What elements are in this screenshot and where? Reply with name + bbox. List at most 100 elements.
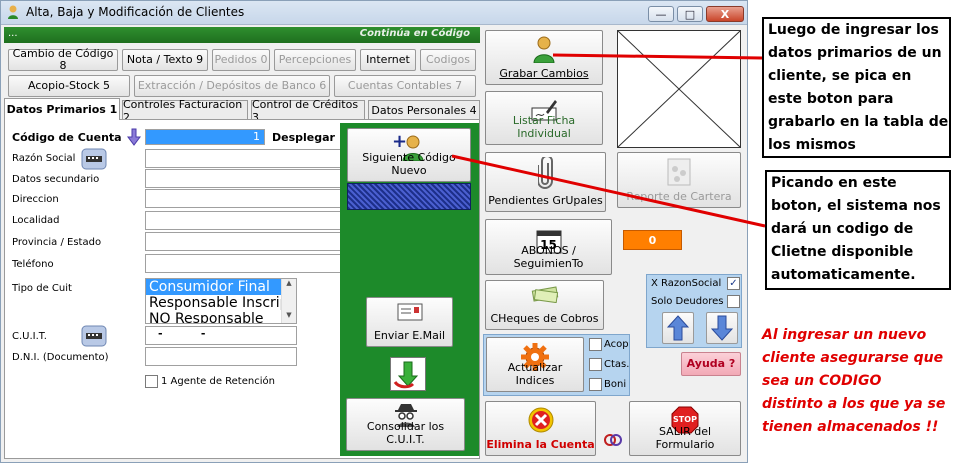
listar-ficha-label: Listar Ficha Individual	[512, 114, 576, 140]
codigos-button[interactable]: Codigos	[420, 49, 476, 71]
pedidos-button[interactable]: Pedidos 0	[212, 49, 270, 71]
tab-control-creditos[interactable]: Control de Créditos 3	[251, 98, 365, 124]
siguiente-codigo-button[interactable]: + Siguiente Código Nuevo	[347, 128, 471, 182]
boni-label: Boni	[604, 379, 627, 390]
tipo-cuit-listbox[interactable]: Consumidor Final Responsable Inscrip NO …	[145, 278, 297, 324]
telefono-label: Teléfono	[12, 259, 54, 270]
list-item[interactable]: Consumidor Final	[146, 279, 296, 295]
cuit-input[interactable]: - -	[145, 326, 297, 345]
minimize-button[interactable]: —	[648, 6, 674, 22]
internet-button[interactable]: Internet	[360, 49, 416, 71]
annotation-line: Luego de ingresar los	[768, 22, 939, 38]
annotation-line: datos primarios de un	[768, 45, 942, 61]
solo-deudores-check[interactable]	[727, 295, 740, 308]
codigo-label: Código de Cuenta	[12, 131, 122, 144]
cheques-cobros-label: CHeques de Cobros	[490, 312, 599, 325]
x-razon-label: X RazonSocial	[651, 278, 722, 289]
annotation-line: sea un CODIGO	[762, 373, 882, 389]
ayuda-button[interactable]: Ayuda ?	[681, 352, 741, 376]
annotation-line: cliente, se pica en	[768, 68, 912, 84]
enviar-email-label: Enviar E.Mail	[373, 329, 446, 342]
arrow-up-button[interactable]	[662, 312, 694, 344]
nota-texto-button[interactable]: Nota / Texto 9	[122, 49, 208, 71]
annotation-line: Clietne disponible	[771, 244, 914, 260]
pendientes-grupales-button[interactable]: Pendientes GrUpales	[485, 152, 606, 212]
tab-datos-primarios[interactable]: Datos Primarios 1	[4, 98, 120, 120]
datos-secundario-input[interactable]	[145, 169, 341, 188]
dni-input[interactable]	[145, 347, 297, 366]
paperclip-icon	[536, 155, 554, 192]
annotation-line: grabarlo en la tabla de	[768, 114, 949, 130]
grabar-cambios-button[interactable]: Grabar Cambios	[485, 30, 603, 85]
window-title: Alta, Baja y Modificación de Clientes	[26, 5, 245, 19]
ctas-check[interactable]	[589, 358, 602, 371]
provincia-label: Provincia / Estado	[12, 237, 102, 248]
annotation-line: dará un codigo de	[771, 221, 914, 237]
reporte-cartera-label: Reporte de Cartera	[626, 190, 732, 203]
desplegar-label[interactable]: Desplegar	[272, 131, 335, 144]
elimina-cuenta-button[interactable]: Elimina la Cuenta	[485, 401, 596, 456]
actualizar-indices-button[interactable]: Actualizar Indices	[486, 337, 584, 392]
arrow-down-icon[interactable]	[127, 128, 141, 146]
listar-ficha-button[interactable]: Listar Ficha Individual	[485, 91, 603, 145]
annotation-line: automaticamente.	[771, 267, 916, 283]
check-mark-icon[interactable]: ✓	[727, 277, 740, 290]
razon-social-input[interactable]	[145, 149, 341, 168]
acopio-stock-button[interactable]: Acopio-Stock 5	[8, 75, 130, 97]
annotation-line: Al ingresar un nuevo	[762, 327, 927, 343]
extraccion-depositos-button[interactable]: Extracción / Depósitos de Banco 6	[134, 75, 330, 97]
abonos-seguimiento-button[interactable]: 15 ABONOS / SeguimienTo	[485, 219, 612, 275]
codigo-input[interactable]: 1	[145, 129, 265, 145]
agente-label: 1 Agente de Retención	[161, 376, 275, 387]
acop-checkbox[interactable]	[589, 338, 602, 354]
x-razon-checkbox[interactable]: ✓	[727, 277, 740, 290]
direccion-label: Direccion	[12, 194, 59, 205]
agente-checkbox[interactable]	[145, 375, 158, 391]
close-button[interactable]: X	[706, 6, 744, 22]
list-item[interactable]: NO Responsable	[146, 311, 296, 323]
scroll-up-icon[interactable]: ▲	[282, 279, 296, 287]
siguiente-annotation: Picando en este boton, el sistema nos da…	[765, 170, 951, 290]
reporte-cartera-button[interactable]: Reporte de Cartera	[617, 152, 741, 208]
percepciones-button[interactable]: Percepciones	[274, 49, 356, 71]
siguiente-codigo-label: Siguiente Código Nuevo	[362, 151, 456, 177]
cambio-codigo-button[interactable]: Cambio de Código 8	[8, 48, 118, 72]
cuentas-contables-button[interactable]: Cuentas Contables 7	[334, 75, 476, 97]
abonos-seguimiento-label: ABONOS / SeguimienTo	[513, 244, 584, 270]
arrow-down-button[interactable]	[706, 312, 738, 344]
return-arrow-icon[interactable]	[390, 357, 426, 391]
consolidar-cuit-label: Consolidar los C.U.I.T.	[366, 420, 445, 446]
solo-deudores-checkbox[interactable]	[727, 295, 740, 311]
keyboard-icon[interactable]	[81, 148, 107, 170]
localidad-input[interactable]	[145, 211, 341, 230]
boni-check[interactable]	[589, 378, 602, 391]
acop-label: Acop	[604, 339, 629, 350]
grabar-cambios-label: Grabar Cambios	[499, 67, 589, 80]
scroll-down-icon[interactable]: ▼	[282, 311, 296, 319]
agente-check[interactable]	[145, 375, 158, 388]
money-icon	[531, 285, 559, 306]
list-item[interactable]: Responsable Inscrip	[146, 295, 296, 311]
listbox-scrollbar[interactable]: ▲ ▼	[281, 279, 296, 323]
maximize-button[interactable]: □	[677, 6, 703, 22]
provincia-input[interactable]	[145, 232, 341, 251]
boni-checkbox[interactable]	[589, 378, 602, 394]
keyboard-icon[interactable]	[81, 325, 107, 347]
arrow-up-icon	[667, 315, 689, 341]
hatched-indicator	[347, 183, 471, 210]
consolidar-cuit-button[interactable]: Consolidar los C.U.I.T.	[346, 398, 465, 451]
link-chain-icon	[603, 428, 623, 448]
photo-placeholder	[617, 30, 741, 148]
cheques-cobros-button[interactable]: CHeques de Cobros	[485, 280, 604, 330]
annotation-line: cliente asegurarse que	[762, 350, 944, 366]
razon-social-label: Razón Social	[12, 153, 76, 164]
annotation-line: los mismos	[768, 137, 856, 153]
acop-check[interactable]	[589, 338, 602, 351]
enviar-email-button[interactable]: Enviar E.Mail	[366, 297, 453, 347]
direccion-input[interactable]	[145, 189, 341, 208]
ctas-checkbox[interactable]	[589, 358, 602, 374]
salir-formulario-button[interactable]: STOP SALIR del Formulario	[629, 401, 741, 456]
tab-controles-facturacion[interactable]: Controles Facturacion 2	[122, 98, 248, 124]
telefono-input[interactable]	[145, 254, 341, 273]
tab-datos-personales[interactable]: Datos Personales 4	[368, 100, 480, 120]
